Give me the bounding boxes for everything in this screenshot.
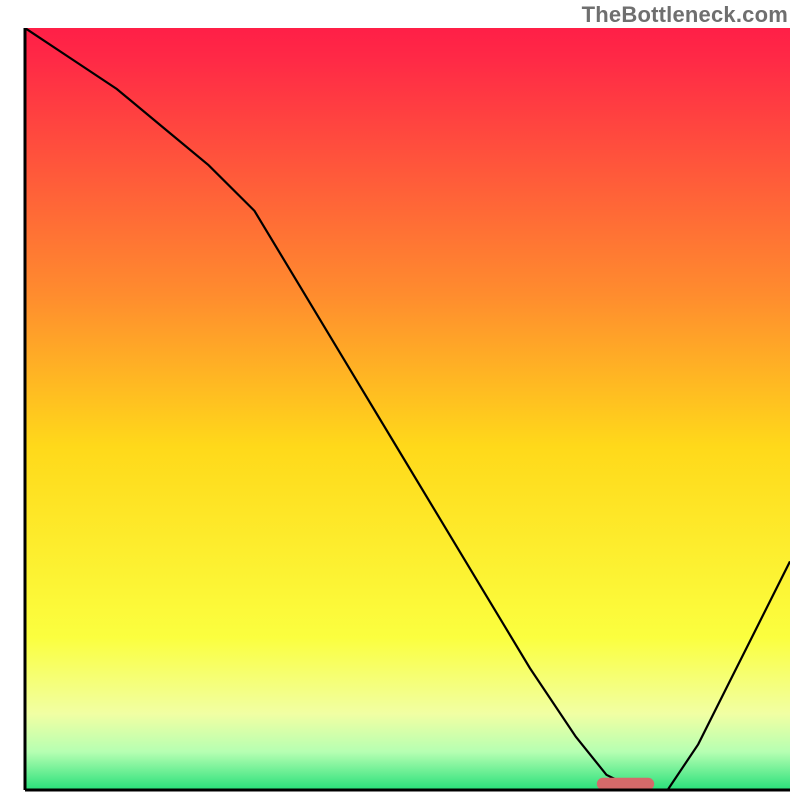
- chart-frame: TheBottleneck.com: [0, 0, 800, 800]
- optimal-marker: [597, 778, 654, 790]
- bottleneck-chart: [0, 0, 800, 800]
- watermark-label: TheBottleneck.com: [582, 2, 788, 28]
- gradient-background: [25, 28, 790, 790]
